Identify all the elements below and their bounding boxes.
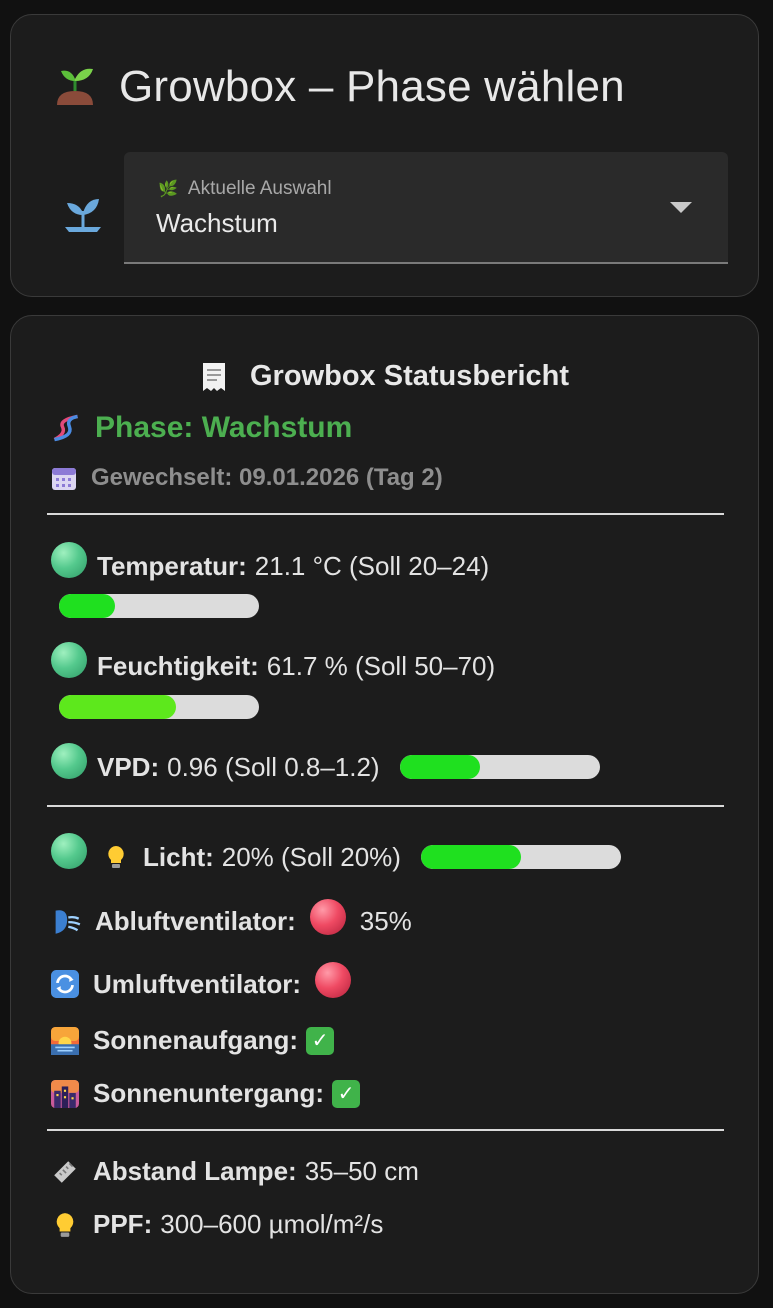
divider	[47, 1129, 724, 1131]
temperature-row: Temperatur: 21.1 °C (Soll 20–24)	[51, 542, 490, 584]
exhaust-fan-label: Abluftventilator:	[95, 905, 296, 936]
dna-icon	[53, 414, 78, 442]
temperature-value: 21.1 °C (Soll 20–24)	[254, 550, 490, 581]
divider	[47, 513, 724, 515]
light-bar	[420, 845, 621, 869]
sunrise-row: Sonnenaufgang: ✓	[51, 1025, 335, 1056]
humidity-value: 61.7 % (Soll 50–70)	[266, 650, 496, 681]
dropdown-label: 🌿 Aktuelle Auswahl	[158, 178, 332, 200]
lightbulb-icon	[56, 1212, 74, 1237]
circulation-fan-row: Umluftventilator:	[51, 962, 351, 1002]
lamp-distance-row: Abstand Lampe: 35–50 cm	[51, 1156, 419, 1187]
status-off-icon	[309, 899, 346, 935]
status-ok-icon	[51, 833, 87, 869]
sunrise-label: Sonnenaufgang:	[93, 1025, 299, 1055]
changed-text: Gewechselt: 09.01.2026 (Tag 2)	[91, 464, 443, 491]
temperature-bar-fill	[59, 594, 115, 618]
lamp-distance-label: Abstand Lampe:	[93, 1156, 297, 1186]
light-value: 20% (Soll 20%)	[221, 841, 401, 872]
light-row: Licht: 20% (Soll 20%)	[51, 833, 621, 875]
status-ok-icon	[51, 743, 87, 779]
vpd-value: 0.96 (Soll 0.8–1.2)	[167, 751, 380, 782]
city-dusk-icon	[51, 1079, 79, 1108]
seedling-icon	[57, 68, 93, 105]
phase-text: Phase: Wachstum	[95, 411, 353, 444]
light-bar-fill	[420, 845, 521, 869]
dropdown-selected-value: Wachstum	[156, 208, 278, 238]
lightbulb-icon	[108, 846, 124, 868]
card-header: Growbox – Phase wählen	[49, 61, 625, 113]
vpd-bar	[399, 755, 600, 779]
light-label: Licht:	[143, 841, 214, 872]
humidity-label: Feuchtigkeit:	[97, 650, 259, 681]
lamp-distance-value: 35–50 cm	[304, 1156, 419, 1186]
divider	[47, 805, 724, 807]
ppf-label: PPF:	[93, 1209, 153, 1239]
vpd-row: VPD: 0.96 (Soll 0.8–1.2)	[51, 743, 600, 785]
check-icon: ✓	[332, 1079, 361, 1108]
status-off-icon	[315, 962, 351, 998]
phase-line: Phase: Wachstum	[51, 411, 352, 445]
sunrise-icon	[51, 1026, 79, 1055]
leaf-icon: 🌿	[158, 181, 178, 198]
changed-line: Gewechselt: 09.01.2026 (Tag 2)	[51, 464, 443, 492]
ruler-icon	[54, 1160, 76, 1183]
sunset-label: Sonnenuntergang:	[93, 1078, 325, 1108]
ppf-value: 300–600 µmol/m²/s	[160, 1209, 384, 1239]
humidity-row: Feuchtigkeit: 61.7 % (Soll 50–70)	[51, 642, 496, 684]
report-title-text: Growbox Statusbericht	[250, 360, 570, 392]
page-title: Growbox – Phase wählen	[119, 62, 625, 111]
phase-select-card: Growbox – Phase wählen 🌿 Aktuelle Auswah…	[10, 14, 759, 297]
wind-face-icon	[55, 910, 81, 934]
temperature-label: Temperatur:	[97, 550, 247, 581]
status-report-card: Growbox Statusbericht Phase: Wachstum Ge…	[10, 315, 759, 1294]
humidity-bar	[59, 695, 259, 719]
exhaust-fan-row: Abluftventilator: 35%	[51, 899, 412, 939]
phase-dropdown[interactable]: 🌿 Aktuelle Auswahl Wachstum	[124, 152, 728, 264]
ppf-row: PPF: 300–600 µmol/m²/s	[51, 1209, 383, 1240]
calendar-icon	[52, 468, 76, 490]
vpd-bar-fill	[399, 755, 480, 779]
status-ok-icon	[51, 642, 87, 678]
temperature-bar-row	[59, 594, 259, 618]
sprout-icon	[65, 199, 101, 232]
sunset-row: Sonnenuntergang: ✓	[51, 1078, 361, 1109]
status-ok-icon	[51, 542, 87, 578]
exhaust-fan-value: 35%	[359, 905, 412, 936]
check-icon: ✓	[306, 1026, 335, 1055]
temperature-bar	[59, 594, 259, 618]
receipt-icon	[202, 363, 225, 392]
circulation-fan-label: Umluftventilator:	[93, 968, 301, 999]
report-title: Growbox Statusbericht	[11, 360, 758, 393]
chevron-down-icon[interactable]	[670, 202, 692, 213]
humidity-bar-row	[59, 695, 259, 719]
dropdown-label-text: Aktuelle Auswahl	[187, 178, 332, 199]
cycle-arrows-icon	[51, 970, 79, 998]
vpd-label: VPD:	[97, 751, 160, 782]
humidity-bar-fill	[59, 695, 176, 719]
